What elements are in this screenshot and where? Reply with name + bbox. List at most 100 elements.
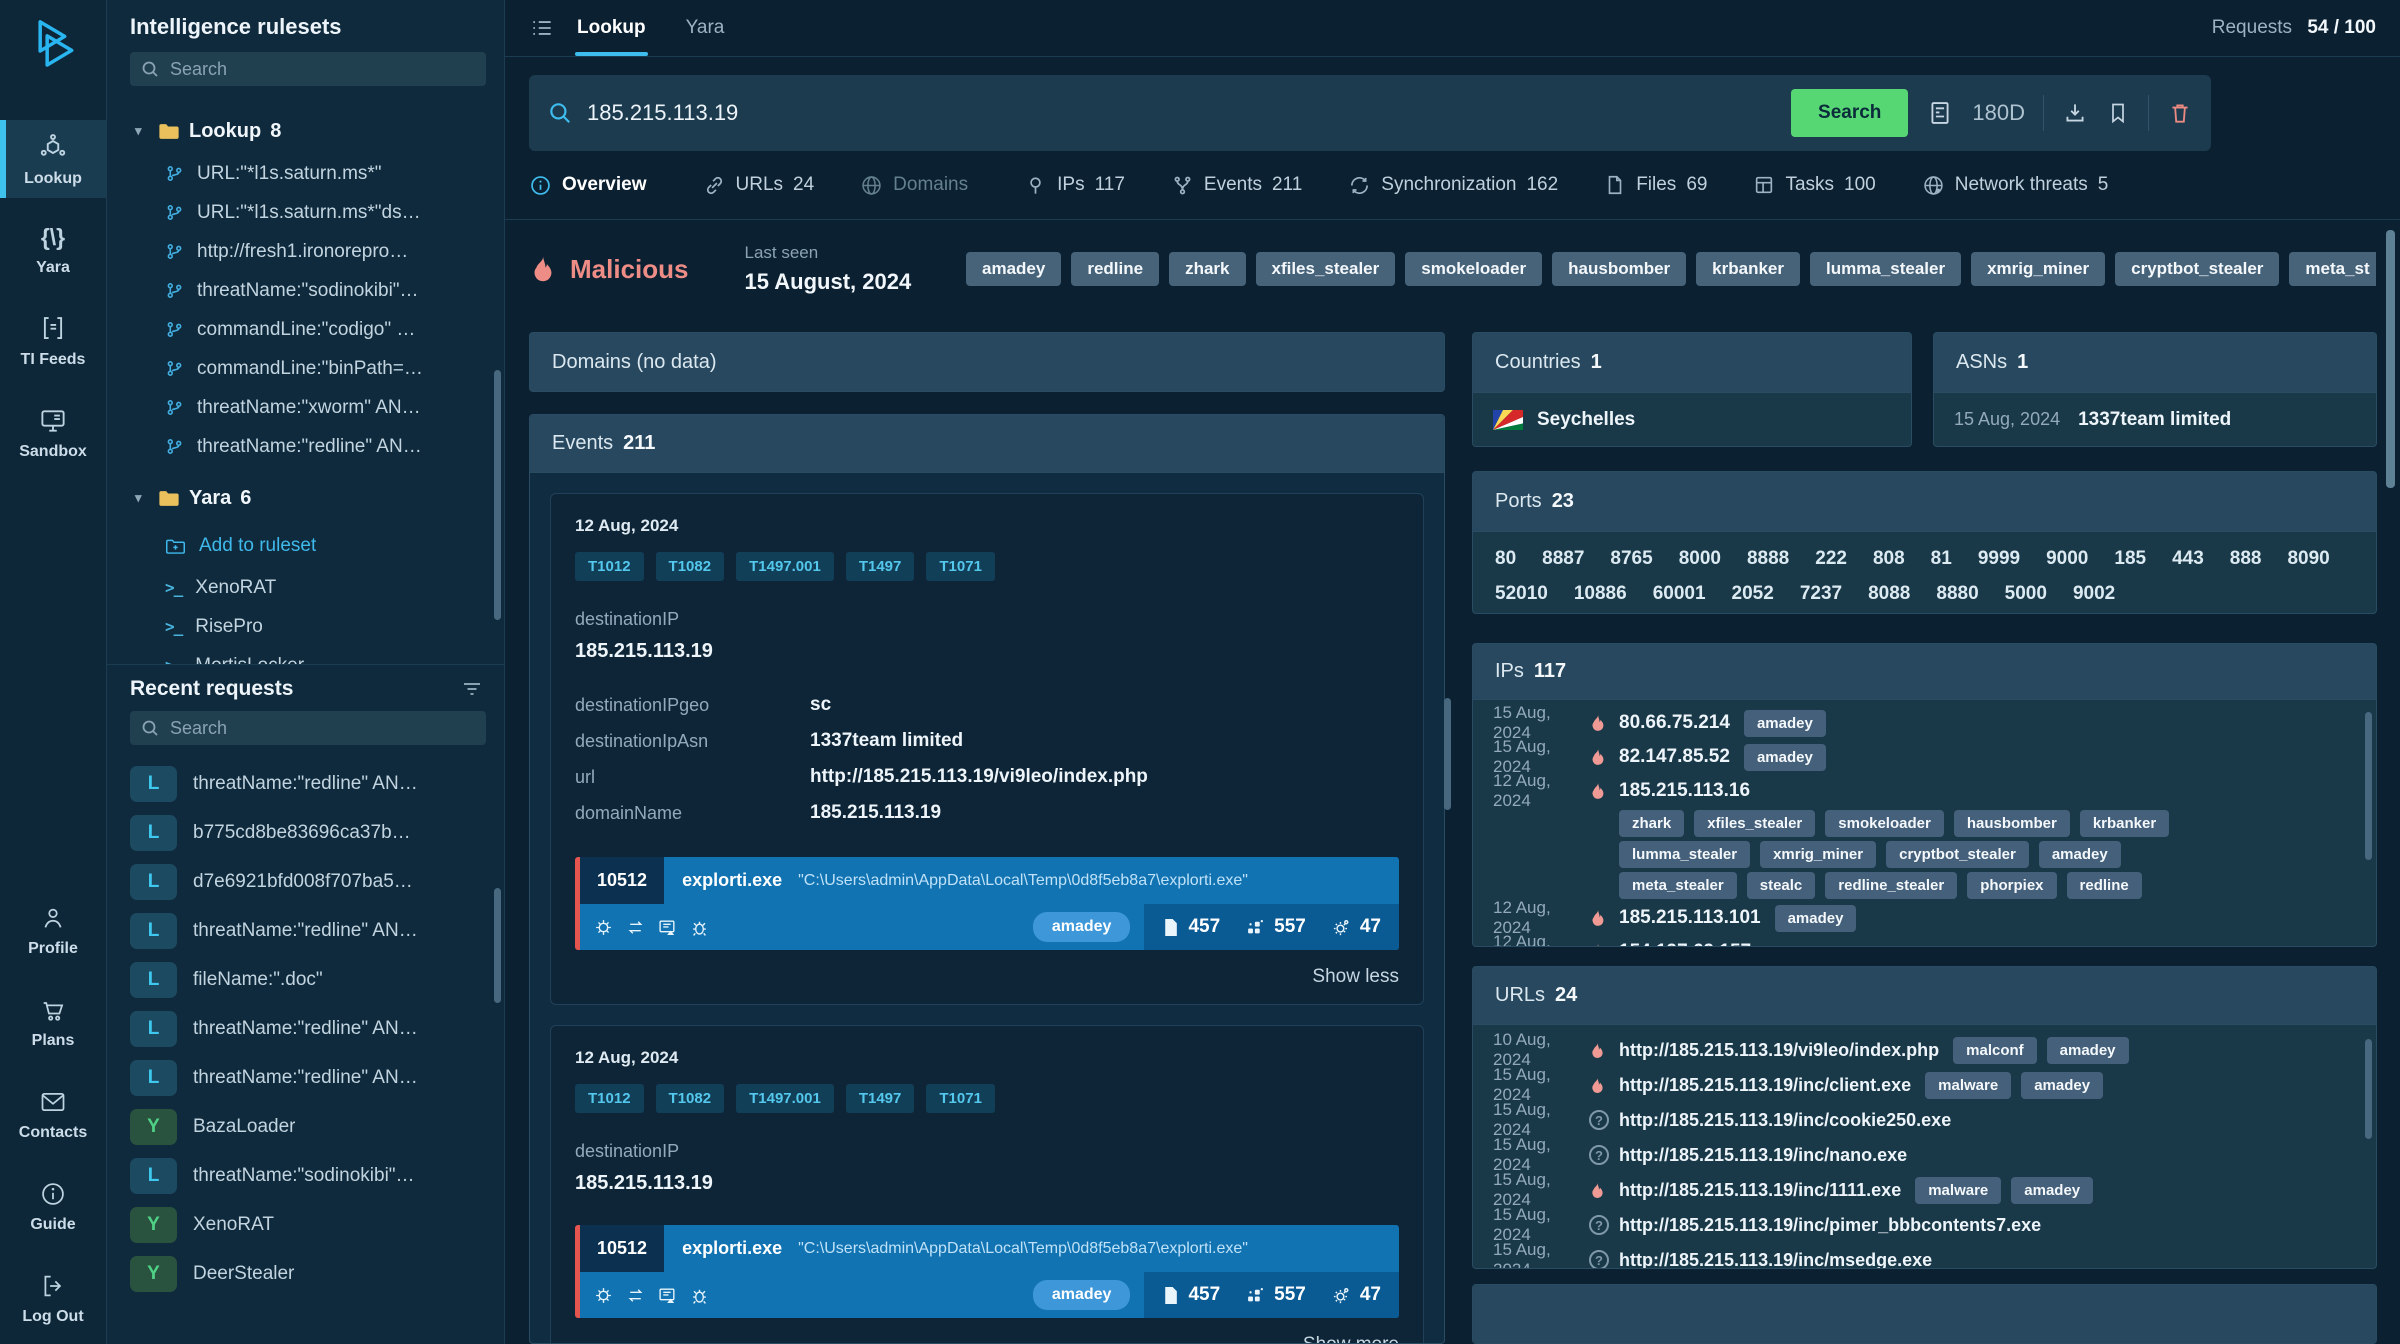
url-row[interactable]: 15 Aug, 2024 http://185.215.113.19/inc/1… <box>1493 1173 2356 1208</box>
port[interactable]: 8000 <box>1679 541 1721 576</box>
url-value[interactable]: http://185.215.113.19/inc/nano.exe <box>1619 1145 1907 1166</box>
threat-tag[interactable]: xfiles_stealer <box>1694 810 1815 837</box>
other-stat[interactable]: 47 <box>1332 1284 1381 1306</box>
port[interactable]: 5000 <box>2005 576 2047 611</box>
url-value[interactable]: http://185.215.113.19/inc/msedge.exe <box>1619 1250 1932 1269</box>
threat-tag[interactable]: amadey <box>1744 744 1826 771</box>
port[interactable]: 80 <box>1495 541 1516 576</box>
chevron-down-icon[interactable]: ▾ <box>135 490 149 506</box>
url-value[interactable]: http://185.215.113.19/vi9leo/index.php <box>1619 1040 1939 1061</box>
ip-row[interactable]: 15 Aug, 2024 80.66.75.214 amadey <box>1493 706 2356 740</box>
yara-rule[interactable]: >_ MortisLocker <box>107 646 504 664</box>
port[interactable]: 8088 <box>1868 576 1910 611</box>
list-item[interactable]: L threatName:"sodinokibi"… <box>107 1151 504 1200</box>
threat-tag[interactable]: malware <box>1915 1177 2001 1204</box>
port[interactable]: 7237 <box>1800 576 1842 611</box>
url-row[interactable]: 15 Aug, 2024 http://185.215.113.19/inc/c… <box>1493 1068 2356 1103</box>
modules-stat[interactable]: 557 <box>1246 916 1306 938</box>
url-row[interactable]: 10 Aug, 2024 http://185.215.113.19/vi9le… <box>1493 1033 2356 1068</box>
search-button[interactable]: Search <box>1791 89 1908 137</box>
rulesets-search[interactable] <box>130 52 486 86</box>
recent-requests-search[interactable] <box>130 711 486 745</box>
modules-stat[interactable]: 557 <box>1246 1284 1306 1306</box>
list-item[interactable]: L threatName:"redline" AN… <box>107 906 504 955</box>
asn-row[interactable]: 15 Aug, 2024 1337team limited <box>1934 393 2376 446</box>
threat-tag[interactable]: krbanker <box>2080 810 2169 837</box>
threat-tag[interactable]: zhark <box>1169 252 1245 286</box>
port[interactable]: 8888 <box>1747 541 1789 576</box>
port[interactable]: 9999 <box>1978 541 2020 576</box>
tab-domains[interactable]: Domains <box>860 174 978 197</box>
tree-folder-lookup[interactable]: ▾ Lookup 8 <box>107 108 504 154</box>
ip-address[interactable]: 80.66.75.214 <box>1619 712 1730 734</box>
tab-yara[interactable]: Yara <box>686 0 725 56</box>
threat-tag[interactable]: lumma_stealer <box>1810 252 1961 286</box>
port[interactable]: 8887 <box>1542 541 1584 576</box>
sidebar-item-ti-feeds[interactable]: TI Feeds <box>0 301 106 379</box>
tab-overview[interactable]: Overview <box>529 174 657 197</box>
ips-scrollbar[interactable] <box>2365 712 2372 860</box>
yara-rule[interactable]: >_ RisePro <box>107 607 504 646</box>
mitre-chip[interactable]: T1497.001 <box>736 1084 834 1113</box>
mitre-chip[interactable]: T1497.001 <box>736 552 834 581</box>
time-range-selector[interactable]: 180D <box>1972 100 2025 126</box>
malware-family-pill[interactable]: amadey <box>1033 912 1131 942</box>
url-row[interactable]: 15 Aug, 2024 ? http://185.215.113.19/inc… <box>1493 1243 2356 1269</box>
sidebar-item-contacts[interactable]: Contacts <box>0 1076 106 1152</box>
files-stat[interactable]: 457 <box>1162 916 1220 938</box>
threat-tag[interactable]: phorpiex <box>1967 872 2056 899</box>
sidebar-item-lookup[interactable]: Lookup <box>0 120 106 198</box>
threat-tag[interactable]: amadey <box>1775 905 1857 932</box>
threat-tag[interactable]: amadey <box>2021 1072 2103 1099</box>
threat-tag[interactable]: amadey <box>2011 1177 2093 1204</box>
threat-tag[interactable]: lumma_stealer <box>1619 841 1750 868</box>
process-row[interactable]: 10512 explorti.exe "C:\Users\admin\AppDa… <box>575 1225 1399 1318</box>
ruleset-query[interactable]: URL:"*l1s.saturn.ms*" <box>107 154 504 193</box>
threat-tag[interactable]: cryptbot_stealer <box>1886 841 2029 868</box>
port[interactable]: 9002 <box>2073 576 2115 611</box>
events-scrollbar[interactable] <box>1444 698 1451 810</box>
files-stat[interactable]: 457 <box>1162 1284 1220 1306</box>
threat-tag[interactable]: stealc <box>1747 872 1816 899</box>
urls-scrollbar[interactable] <box>2365 1039 2372 1139</box>
ip-address[interactable]: 185.215.113.16 <box>1619 780 1750 802</box>
mitre-chip[interactable]: T1497 <box>846 552 915 581</box>
threat-tag[interactable]: krbanker <box>1696 252 1800 286</box>
port[interactable]: 8090 <box>2287 541 2329 576</box>
tab-ips[interactable]: IPs117 <box>1024 174 1125 197</box>
bookmark-icon[interactable] <box>2106 101 2130 125</box>
port[interactable]: 60001 <box>1653 576 1706 611</box>
list-item[interactable]: Y XenoRAT <box>107 1200 504 1249</box>
port[interactable]: 81 <box>1931 541 1952 576</box>
port[interactable]: 185 <box>2114 541 2146 576</box>
url-value[interactable]: http://185.215.113.19/inc/cookie250.exe <box>1619 1110 1951 1131</box>
tree-folder-yara[interactable]: ▾ Yara 6 <box>107 472 504 524</box>
list-item[interactable]: L threatName:"redline" AN… <box>107 1004 504 1053</box>
list-item[interactable]: L threatName:"redline" AN… <box>107 1053 504 1102</box>
ruleset-query[interactable]: URL:"*l1s.saturn.ms*"ds… <box>107 193 504 232</box>
tab-urls[interactable]: URLs24 <box>703 174 815 197</box>
show-less-link[interactable]: Show less <box>575 966 1399 988</box>
threat-tag[interactable]: redline <box>1071 252 1159 286</box>
threat-tag[interactable]: zhark <box>1619 810 1684 837</box>
ruleset-query[interactable]: threatName:"sodinokibi"… <box>107 271 504 310</box>
port[interactable]: 222 <box>1815 541 1847 576</box>
ip-row[interactable]: 12 Aug, 2024 154.197.69.157 <box>1493 935 2356 946</box>
port[interactable]: 10886 <box>1574 576 1627 611</box>
url-value[interactable]: http://185.215.113.19/inc/pimer_bbbconte… <box>1619 1215 2041 1236</box>
tab-files[interactable]: Files69 <box>1604 174 1707 196</box>
tab-synchronization[interactable]: Synchronization162 <box>1348 174 1558 197</box>
threat-tag[interactable]: redline_stealer <box>1825 872 1957 899</box>
list-item[interactable]: L fileName:".doc" <box>107 955 504 1004</box>
recent-scrollbar[interactable] <box>494 888 501 1003</box>
ip-address[interactable]: 185.215.113.101 <box>1619 907 1761 929</box>
port[interactable]: 2052 <box>1732 576 1774 611</box>
sidebar-item-plans[interactable]: Plans <box>0 984 106 1060</box>
trash-icon[interactable] <box>2167 100 2193 126</box>
threat-tag[interactable]: meta_stealer <box>1619 872 1737 899</box>
url-row[interactable]: 15 Aug, 2024 ? http://185.215.113.19/inc… <box>1493 1138 2356 1173</box>
list-item[interactable]: L b775cd8be83696ca37b… <box>107 808 504 857</box>
app-logo[interactable] <box>0 0 106 104</box>
mitre-chip[interactable]: T1071 <box>926 552 995 581</box>
mitre-chip[interactable]: T1497 <box>846 1084 915 1113</box>
